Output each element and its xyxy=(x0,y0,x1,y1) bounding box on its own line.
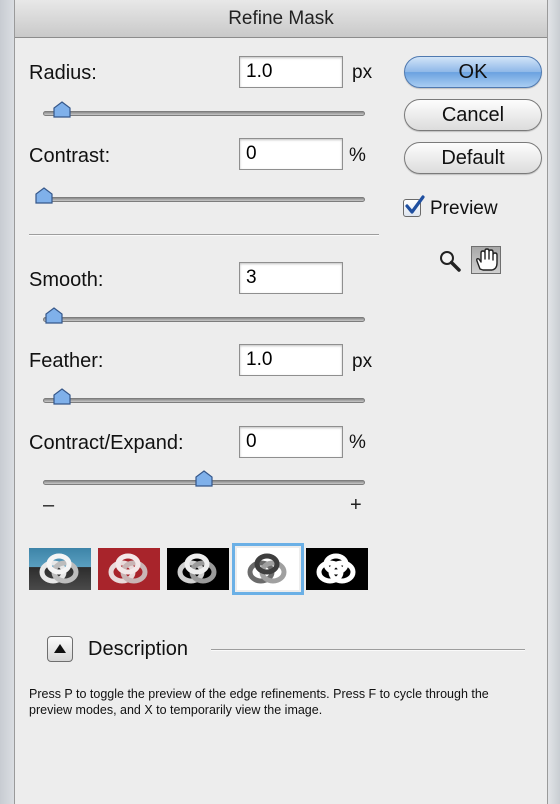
cancel-button[interactable]: Cancel xyxy=(404,99,542,131)
hand-icon xyxy=(476,248,498,271)
contrast-unit: % xyxy=(349,145,366,166)
contrast-field[interactable]: 0 xyxy=(239,138,343,170)
triangle-up-icon xyxy=(54,644,66,653)
feather-field[interactable]: 1.0 xyxy=(239,344,343,376)
contrast-slider[interactable] xyxy=(43,197,365,202)
refine-mask-dialog: Refine Mask Radius: 1.0 px Contrast: 0 %… xyxy=(14,0,548,804)
description-toggle-button[interactable] xyxy=(47,636,73,662)
radius-label: Radius: xyxy=(29,62,97,84)
hand-tool-button[interactable] xyxy=(471,246,501,274)
feather-unit: px xyxy=(352,351,373,372)
radius-field[interactable]: 1.0 xyxy=(239,56,343,88)
smooth-field[interactable]: 3 xyxy=(239,262,343,294)
contract-expand-unit: % xyxy=(349,432,366,453)
contrast-slider-thumb[interactable] xyxy=(35,187,53,205)
zoom-tool-button[interactable] xyxy=(437,248,467,276)
minus-label: – xyxy=(43,494,55,516)
smooth-slider-thumb[interactable] xyxy=(45,307,63,325)
mode-on-black[interactable] xyxy=(167,548,229,590)
checkmark-icon xyxy=(405,195,425,214)
rings-standard-icon xyxy=(39,553,79,584)
rings-on-black-icon xyxy=(177,553,217,584)
feather-label: Feather: xyxy=(29,350,104,372)
contract-expand-field[interactable]: 0 xyxy=(239,426,343,458)
preview-label: Preview xyxy=(430,198,498,219)
preview-checkbox[interactable] xyxy=(403,195,425,217)
description-heading: Description xyxy=(88,638,189,660)
radius-unit: px xyxy=(352,62,373,83)
rings-mask-icon xyxy=(316,553,356,584)
ok-button[interactable]: OK xyxy=(404,56,542,88)
magnifier-icon xyxy=(440,251,461,272)
radius-slider-thumb[interactable] xyxy=(53,101,71,119)
mode-mask[interactable] xyxy=(306,548,368,590)
mode-quick-mask[interactable] xyxy=(98,548,160,590)
radius-slider[interactable] xyxy=(43,111,365,116)
feather-slider-thumb[interactable] xyxy=(53,388,71,406)
section-divider xyxy=(29,234,379,236)
rings-on-white-icon xyxy=(247,553,287,584)
description-divider xyxy=(211,649,525,651)
smooth-slider[interactable] xyxy=(43,317,365,322)
feather-slider[interactable] xyxy=(43,398,365,403)
plus-label: + xyxy=(350,494,362,516)
background-right xyxy=(546,0,560,804)
mode-standard[interactable] xyxy=(29,548,91,590)
mode-on-white[interactable] xyxy=(232,543,304,595)
smooth-label: Smooth: xyxy=(29,269,104,291)
description-text: Press P to toggle the preview of the edg… xyxy=(29,687,489,717)
contract-expand-slider-thumb[interactable] xyxy=(195,470,213,488)
default-button[interactable]: Default xyxy=(404,142,542,174)
window-title: Refine Mask xyxy=(15,0,547,38)
contract-expand-label: Contract/Expand: xyxy=(29,432,184,454)
rings-quick-mask-icon xyxy=(108,553,148,584)
contrast-label: Contrast: xyxy=(29,145,111,167)
